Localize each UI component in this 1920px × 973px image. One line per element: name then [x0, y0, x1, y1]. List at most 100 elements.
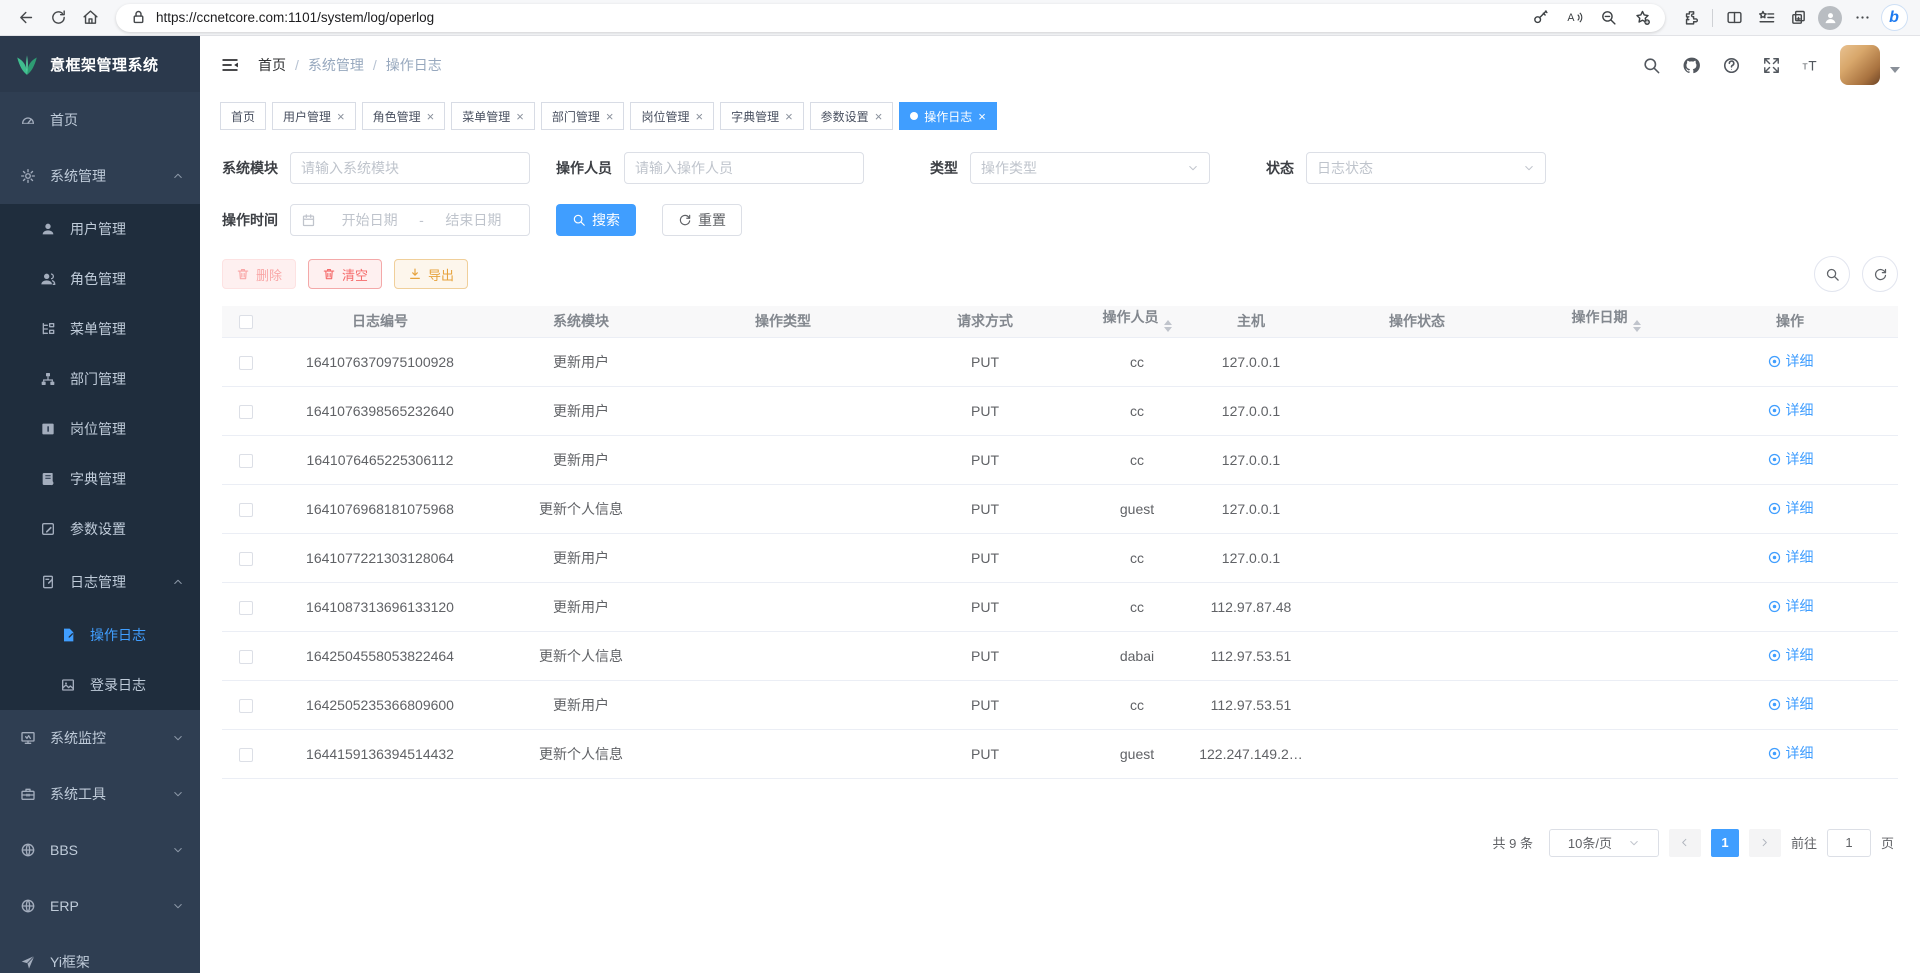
toggle-search-button[interactable] — [1814, 256, 1850, 292]
view-detail-link[interactable]: 详细 — [1767, 547, 1814, 567]
close-icon[interactable]: × — [695, 110, 703, 123]
back-icon[interactable] — [10, 3, 42, 33]
sidebar-item-yi-framework[interactable]: Yi框架 — [0, 934, 200, 973]
sort-icon[interactable] — [1164, 316, 1172, 336]
row-checkbox[interactable] — [239, 601, 253, 615]
row-checkbox[interactable] — [239, 356, 253, 370]
view-detail-link[interactable]: 详细 — [1767, 498, 1814, 518]
url-text[interactable]: https://ccnetcore.com:1101/system/log/op… — [156, 10, 1523, 25]
add-favorite-icon[interactable] — [1625, 3, 1659, 33]
more-icon[interactable] — [1846, 3, 1878, 33]
tab-oper-log[interactable]: 操作日志× — [899, 102, 997, 130]
close-icon[interactable]: × — [337, 110, 345, 123]
sidebar-item-login-log[interactable]: 登录日志 — [0, 660, 200, 710]
tab-role-mgmt[interactable]: 角色管理× — [362, 102, 446, 130]
export-button[interactable]: 导出 — [394, 259, 468, 289]
github-icon[interactable] — [1674, 48, 1708, 82]
home-icon[interactable] — [74, 3, 106, 33]
page-number[interactable]: 1 — [1711, 829, 1739, 857]
sidebar-item-log-mgmt[interactable]: 日志管理 — [0, 554, 200, 610]
view-detail-link[interactable]: 详细 — [1767, 449, 1814, 469]
view-detail-link[interactable]: 详细 — [1767, 694, 1814, 714]
view-detail-link[interactable]: 详细 — [1767, 400, 1814, 420]
row-checkbox[interactable] — [239, 405, 253, 419]
sidebar-item-system-mgmt[interactable]: 系统管理 — [0, 148, 200, 204]
user-avatar[interactable] — [1840, 45, 1880, 85]
sidebar-item-user-mgmt[interactable]: 用户管理 — [0, 204, 200, 254]
read-aloud-icon[interactable]: A — [1557, 3, 1591, 33]
refresh-table-button[interactable] — [1862, 256, 1898, 292]
extensions-icon[interactable] — [1675, 3, 1707, 33]
sidebar-item-oper-log[interactable]: 操作日志 — [0, 610, 200, 660]
status-select[interactable]: 日志状态 — [1306, 152, 1546, 184]
font-size-icon[interactable]: TT — [1794, 48, 1828, 82]
breadcrumb-item[interactable]: 系统管理 — [308, 55, 364, 75]
reload-icon[interactable] — [42, 3, 74, 33]
next-page-button[interactable] — [1749, 829, 1781, 857]
sidebar-item-role-mgmt[interactable]: 角色管理 — [0, 254, 200, 304]
search-button[interactable]: 搜索 — [556, 204, 636, 236]
sidebar-item-dict-mgmt[interactable]: 字典管理 — [0, 454, 200, 504]
search-icon[interactable] — [1634, 48, 1668, 82]
row-checkbox[interactable] — [239, 748, 253, 762]
tab-dept-mgmt[interactable]: 部门管理× — [541, 102, 625, 130]
reset-button[interactable]: 重置 — [662, 204, 742, 236]
sidebar-item-home[interactable]: 首页 — [0, 92, 200, 148]
close-icon[interactable]: × — [606, 110, 614, 123]
favorites-icon[interactable] — [1750, 3, 1782, 33]
close-icon[interactable]: × — [516, 110, 524, 123]
avatar-caret-icon[interactable] — [1890, 67, 1900, 78]
date-range-picker[interactable]: 开始日期 - 结束日期 — [290, 204, 530, 236]
sidebar-item-post-mgmt[interactable]: 岗位管理 — [0, 404, 200, 454]
view-detail-link[interactable]: 详细 — [1767, 743, 1814, 763]
sidebar-item-system-monitor[interactable]: 系统监控 — [0, 710, 200, 766]
menu-fold-icon[interactable] — [220, 55, 240, 75]
type-select[interactable]: 操作类型 — [970, 152, 1210, 184]
row-checkbox[interactable] — [239, 552, 253, 566]
column-header[interactable]: 操作人员 — [1076, 306, 1198, 337]
row-checkbox[interactable] — [239, 650, 253, 664]
sidebar-item-dept-mgmt[interactable]: 部门管理 — [0, 354, 200, 404]
sidebar-item-system-tools[interactable]: 系统工具 — [0, 766, 200, 822]
tab-dict-mgmt[interactable]: 字典管理× — [720, 102, 804, 130]
sidebar-item-erp[interactable]: ERP — [0, 878, 200, 934]
row-checkbox[interactable] — [239, 699, 253, 713]
app-logo[interactable]: 意框架管理系统 — [0, 36, 200, 92]
sidebar-item-menu-mgmt[interactable]: 菜单管理 — [0, 304, 200, 354]
view-detail-link[interactable]: 详细 — [1767, 351, 1814, 371]
copilot-icon[interactable]: b — [1878, 3, 1910, 33]
lock-icon[interactable] — [128, 3, 148, 33]
sidebar-item-param-settings[interactable]: 参数设置 — [0, 504, 200, 554]
sidebar-item-bbs[interactable]: BBS — [0, 822, 200, 878]
close-icon[interactable]: × — [875, 110, 883, 123]
key-icon[interactable] — [1523, 3, 1557, 33]
page-size-select[interactable]: 10条/页 — [1549, 829, 1659, 857]
tab-home[interactable]: 首页 — [220, 102, 266, 130]
prev-page-button[interactable] — [1669, 829, 1701, 857]
split-screen-icon[interactable] — [1718, 3, 1750, 33]
tab-menu-mgmt[interactable]: 菜单管理× — [451, 102, 535, 130]
goto-page-input[interactable] — [1827, 829, 1871, 857]
module-input[interactable] — [301, 160, 519, 176]
row-checkbox[interactable] — [239, 454, 253, 468]
profile-icon[interactable] — [1814, 3, 1846, 33]
zoom-out-icon[interactable] — [1591, 3, 1625, 33]
operator-input[interactable] — [635, 160, 853, 176]
tab-post-mgmt[interactable]: 岗位管理× — [630, 102, 714, 130]
close-icon[interactable]: × — [785, 110, 793, 123]
close-icon[interactable]: × — [427, 110, 435, 123]
view-detail-link[interactable]: 详细 — [1767, 596, 1814, 616]
row-checkbox[interactable] — [239, 503, 253, 517]
help-icon[interactable] — [1714, 48, 1748, 82]
breadcrumb-item[interactable]: 操作日志 — [386, 55, 442, 75]
clear-button[interactable]: 清空 — [308, 259, 382, 289]
view-detail-link[interactable]: 详细 — [1767, 645, 1814, 665]
delete-button[interactable]: 删除 — [222, 259, 296, 289]
close-icon[interactable]: × — [978, 110, 986, 123]
tab-param-settings[interactable]: 参数设置× — [810, 102, 894, 130]
tab-user-mgmt[interactable]: 用户管理× — [272, 102, 356, 130]
fullscreen-icon[interactable] — [1754, 48, 1788, 82]
address-bar[interactable]: https://ccnetcore.com:1101/system/log/op… — [116, 4, 1665, 32]
select-all-checkbox[interactable] — [239, 315, 253, 329]
sort-icon[interactable] — [1633, 316, 1641, 336]
